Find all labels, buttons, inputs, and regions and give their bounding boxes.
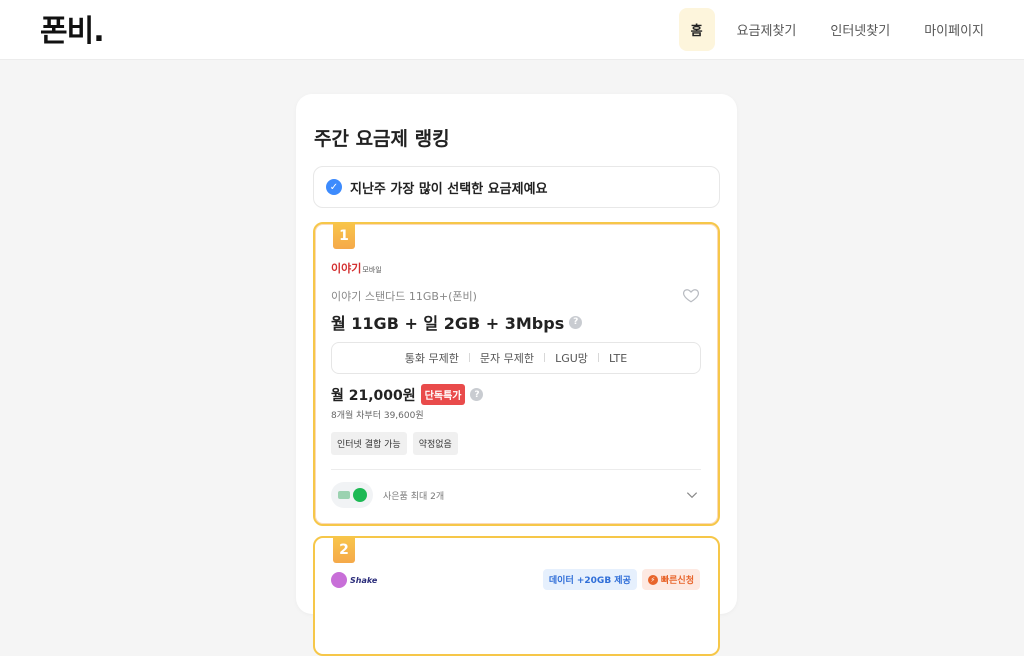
brand-logo: Shake bbox=[331, 572, 377, 588]
gift-icons bbox=[331, 482, 373, 508]
plan-badges: 데이터 +20GB 제공 ⚡ 빠른신청 bbox=[542, 569, 700, 590]
plan-name: 이야기 스탠다드 11GB+(폰비) bbox=[331, 290, 477, 303]
gift-card-icon bbox=[337, 491, 350, 499]
plan-features: 통화 무제한 | 문자 무제한 | LGU망 | LTE bbox=[331, 342, 701, 374]
logo[interactable]: 폰비. bbox=[40, 6, 105, 50]
plan-price: 월 21,000원 bbox=[331, 387, 416, 404]
ranking-notice: ✓ 지난주 가장 많이 선택한 요금제예요 bbox=[313, 166, 720, 208]
gift-text: 사은품 최대 2개 bbox=[383, 491, 445, 502]
gift-row[interactable]: 사은품 최대 2개 bbox=[331, 480, 701, 510]
tag: 인터넷 결합 가능 bbox=[331, 432, 407, 455]
fast-apply-badge: ⚡ 빠른신청 bbox=[641, 569, 700, 590]
nav-plan-search[interactable]: 요금제찾기 bbox=[725, 8, 809, 51]
exclusive-badge: 단독특가 bbox=[420, 384, 466, 405]
main-nav: 홈 요금제찾기 인터넷찾기 마이페이지 bbox=[678, 8, 996, 51]
top-navigation-bar: 폰비. 홈 요금제찾기 인터넷찾기 마이페이지 bbox=[0, 0, 1024, 60]
plan-card[interactable]: 1 이야기모바일 이야기 스탠다드 11GB+(폰비) 월 11GB + 일 2… bbox=[313, 222, 720, 526]
nav-home[interactable]: 홈 bbox=[678, 8, 715, 51]
plan-card[interactable]: 2 Shake 데이터 +20GB 제공 ⚡ 빠른신청 bbox=[313, 536, 720, 656]
heart-icon[interactable] bbox=[682, 286, 700, 304]
help-icon[interactable]: ? bbox=[470, 388, 484, 401]
data-bonus-badge: 데이터 +20GB 제공 bbox=[542, 569, 637, 590]
after-price-note: 8개월 차부터 39,600원 bbox=[331, 411, 424, 421]
feature-item: LGU망 bbox=[555, 352, 588, 365]
brand-logo: 이야기모바일 bbox=[331, 262, 382, 275]
bolt-icon: ⚡ bbox=[647, 574, 658, 585]
nav-mypage[interactable]: 마이페이지 bbox=[912, 8, 996, 51]
chevron-down-icon[interactable] bbox=[685, 488, 699, 502]
ranking-title: 주간 요금제 랭킹 bbox=[314, 128, 450, 150]
feature-item: 통화 무제한 bbox=[404, 352, 459, 365]
rank-badge: 1 bbox=[333, 223, 355, 249]
spotify-icon bbox=[352, 488, 367, 502]
plan-tags: 인터넷 결합 가능 약정없음 bbox=[331, 432, 458, 455]
help-icon[interactable]: ? bbox=[569, 315, 583, 329]
price-row: 월 21,000원 단독특가 ? bbox=[331, 384, 484, 405]
tag: 약정없음 bbox=[412, 432, 458, 455]
divider bbox=[331, 469, 701, 470]
plan-headline: 월 11GB + 일 2GB + 3Mbps ? bbox=[331, 310, 583, 334]
ranking-card: 주간 요금제 랭킹 ✓ 지난주 가장 많이 선택한 요금제예요 1 이야기모바일… bbox=[296, 94, 737, 656]
check-badge-icon: ✓ bbox=[326, 179, 342, 195]
rank-badge: 2 bbox=[333, 537, 355, 563]
shake-logo-icon bbox=[331, 572, 347, 588]
feature-item: LTE bbox=[608, 351, 628, 365]
notice-text: 지난주 가장 많이 선택한 요금제예요 bbox=[350, 181, 548, 197]
feature-item: 문자 무제한 bbox=[479, 352, 535, 365]
nav-internet-search[interactable]: 인터넷찾기 bbox=[818, 8, 902, 51]
